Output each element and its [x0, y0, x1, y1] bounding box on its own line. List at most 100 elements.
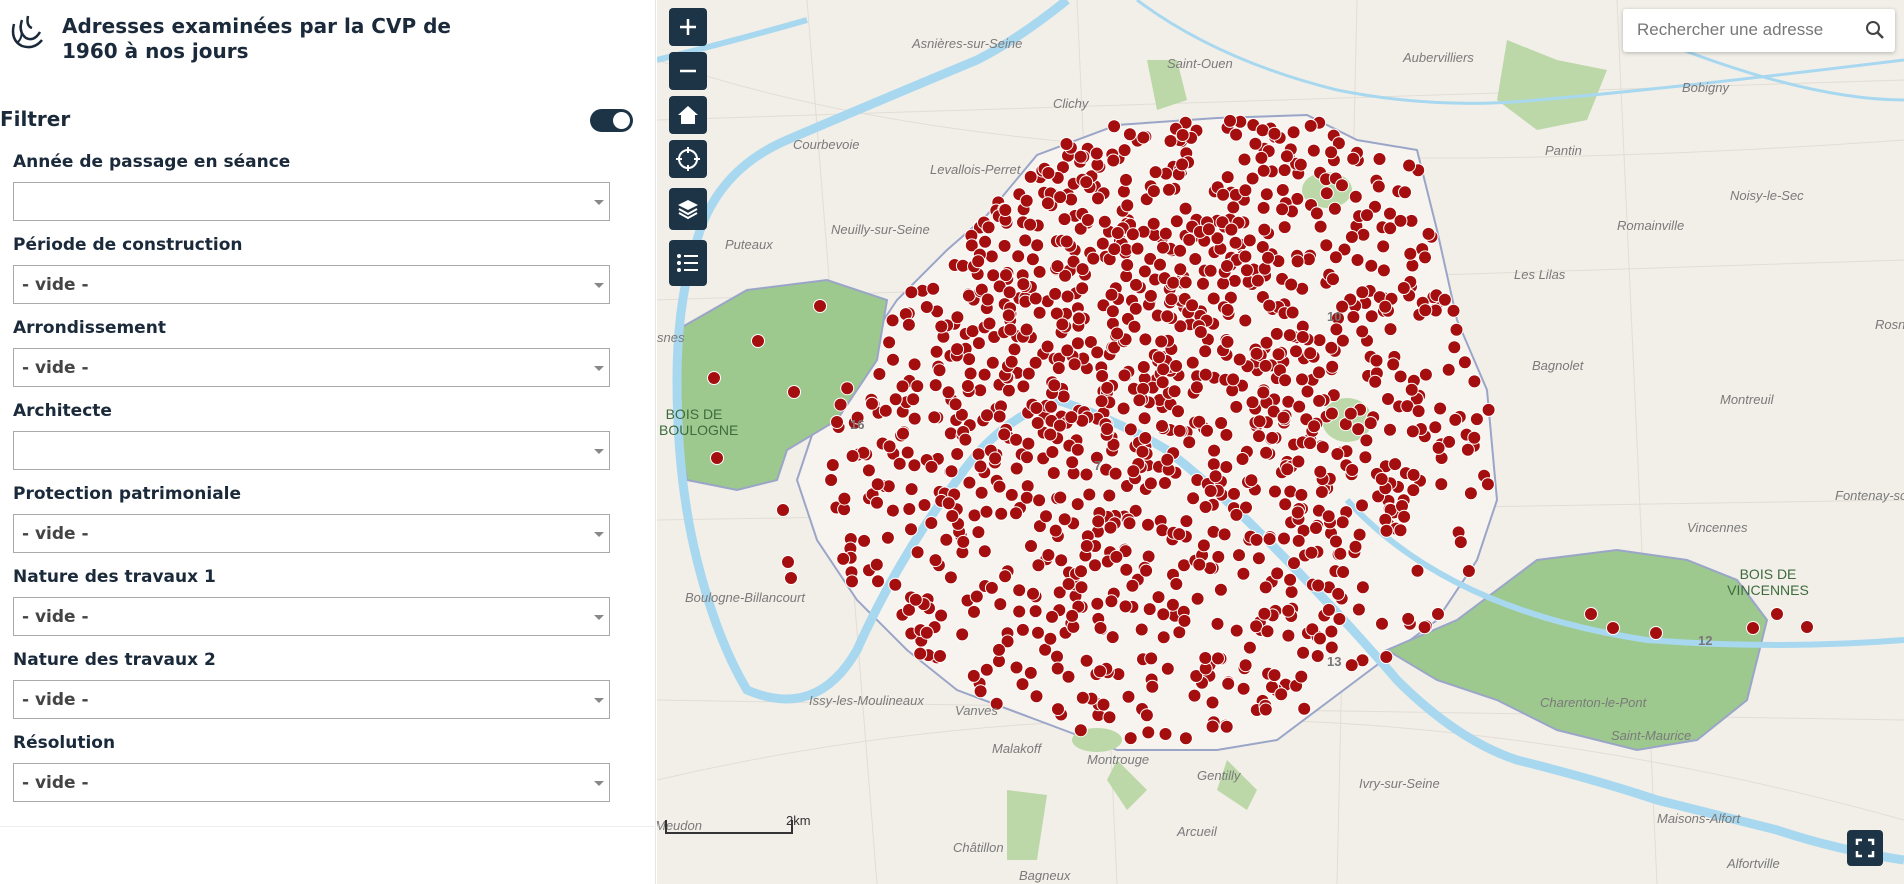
- address-marker[interactable]: [1117, 143, 1132, 158]
- address-marker[interactable]: [1405, 424, 1420, 439]
- address-marker[interactable]: [955, 627, 970, 642]
- address-marker[interactable]: [1363, 416, 1378, 431]
- address-marker[interactable]: [1136, 360, 1151, 374]
- address-marker[interactable]: [960, 379, 975, 393]
- address-marker[interactable]: [1351, 602, 1366, 617]
- address-marker[interactable]: [1082, 487, 1097, 502]
- address-marker[interactable]: [1321, 602, 1336, 617]
- address-marker[interactable]: [1271, 347, 1286, 362]
- address-marker[interactable]: [1016, 277, 1031, 292]
- layers-button[interactable]: [669, 188, 707, 230]
- address-marker[interactable]: [961, 288, 976, 303]
- address-marker[interactable]: [1281, 628, 1296, 643]
- address-marker[interactable]: [1279, 149, 1294, 164]
- zoom-out-button[interactable]: [669, 52, 707, 90]
- address-marker[interactable]: [1097, 214, 1112, 229]
- address-marker[interactable]: [1143, 288, 1158, 303]
- address-marker[interactable]: [1203, 484, 1218, 498]
- address-marker[interactable]: [1256, 200, 1271, 215]
- address-marker[interactable]: [1158, 727, 1173, 741]
- address-marker[interactable]: [1105, 304, 1120, 319]
- address-marker[interactable]: [1015, 622, 1030, 637]
- address-marker[interactable]: [948, 397, 963, 412]
- address-marker[interactable]: [837, 491, 852, 506]
- address-marker[interactable]: [861, 463, 876, 478]
- address-marker[interactable]: [1198, 367, 1213, 382]
- address-marker[interactable]: [941, 496, 956, 511]
- address-marker[interactable]: [1009, 432, 1024, 447]
- address-marker[interactable]: [1232, 352, 1247, 367]
- address-marker[interactable]: [1238, 249, 1253, 264]
- address-marker[interactable]: [992, 479, 1007, 494]
- address-marker[interactable]: [1350, 253, 1365, 267]
- address-marker[interactable]: [1074, 580, 1089, 595]
- address-marker[interactable]: [1393, 523, 1408, 538]
- address-marker[interactable]: [1216, 187, 1231, 202]
- address-marker[interactable]: [892, 456, 907, 471]
- address-marker[interactable]: [1396, 281, 1411, 295]
- address-marker[interactable]: [1431, 607, 1445, 621]
- address-marker[interactable]: [928, 378, 943, 393]
- address-marker[interactable]: [1261, 250, 1275, 265]
- address-marker[interactable]: [1118, 599, 1133, 614]
- address-marker[interactable]: [1048, 286, 1063, 301]
- address-marker[interactable]: [776, 503, 790, 517]
- address-marker[interactable]: [1178, 275, 1193, 290]
- address-marker[interactable]: [1107, 119, 1122, 134]
- address-marker[interactable]: [880, 530, 895, 545]
- address-marker[interactable]: [1467, 374, 1482, 389]
- search-input[interactable]: [1637, 17, 1847, 43]
- address-marker[interactable]: [1110, 326, 1125, 341]
- address-marker[interactable]: [1160, 309, 1175, 324]
- address-marker[interactable]: [1089, 146, 1104, 161]
- address-marker[interactable]: [943, 570, 958, 585]
- address-marker[interactable]: [1275, 202, 1290, 217]
- address-marker[interactable]: [1267, 668, 1282, 683]
- address-marker[interactable]: [1307, 419, 1322, 434]
- address-marker[interactable]: [845, 449, 860, 463]
- address-marker[interactable]: [1153, 257, 1167, 272]
- address-marker[interactable]: [825, 458, 840, 472]
- address-marker[interactable]: [1125, 227, 1140, 242]
- address-marker[interactable]: [1313, 464, 1328, 479]
- address-marker[interactable]: [1269, 326, 1284, 341]
- address-marker[interactable]: [973, 684, 988, 699]
- select-nature2[interactable]: - vide -: [13, 680, 610, 719]
- address-marker[interactable]: [1480, 477, 1495, 492]
- address-marker[interactable]: [969, 589, 984, 604]
- address-marker[interactable]: [1182, 232, 1197, 247]
- address-marker[interactable]: [1173, 243, 1188, 258]
- address-marker[interactable]: [1327, 201, 1342, 216]
- address-marker[interactable]: [1345, 463, 1360, 477]
- address-marker[interactable]: [1312, 393, 1327, 408]
- address-marker[interactable]: [1325, 359, 1340, 374]
- address-marker[interactable]: [1208, 469, 1223, 484]
- address-marker[interactable]: [1192, 557, 1207, 572]
- address-marker[interactable]: [1198, 500, 1213, 514]
- address-marker[interactable]: [1431, 440, 1446, 455]
- select-arrondissement[interactable]: - vide -: [13, 348, 610, 387]
- address-marker[interactable]: [1344, 658, 1359, 673]
- address-marker[interactable]: [1004, 354, 1019, 369]
- address-marker[interactable]: [1117, 368, 1132, 383]
- address-marker[interactable]: [1238, 313, 1253, 328]
- address-marker[interactable]: [1071, 311, 1086, 326]
- address-marker[interactable]: [1096, 697, 1111, 712]
- address-marker[interactable]: [1364, 309, 1379, 324]
- address-marker[interactable]: [1001, 383, 1016, 398]
- address-marker[interactable]: [1346, 151, 1361, 166]
- address-marker[interactable]: [1141, 725, 1156, 740]
- address-marker[interactable]: [1313, 631, 1327, 646]
- address-marker[interactable]: [1210, 616, 1225, 631]
- search-icon[interactable]: [1865, 20, 1885, 40]
- address-marker[interactable]: [1091, 514, 1106, 529]
- address-marker[interactable]: [1352, 527, 1367, 542]
- address-marker[interactable]: [1324, 640, 1339, 655]
- address-marker[interactable]: [992, 642, 1006, 657]
- address-marker[interactable]: [1019, 490, 1034, 505]
- address-marker[interactable]: [1358, 450, 1373, 465]
- address-marker[interactable]: [1190, 591, 1205, 606]
- address-marker[interactable]: [1356, 227, 1371, 242]
- address-marker[interactable]: [882, 335, 897, 350]
- address-marker[interactable]: [1277, 531, 1291, 546]
